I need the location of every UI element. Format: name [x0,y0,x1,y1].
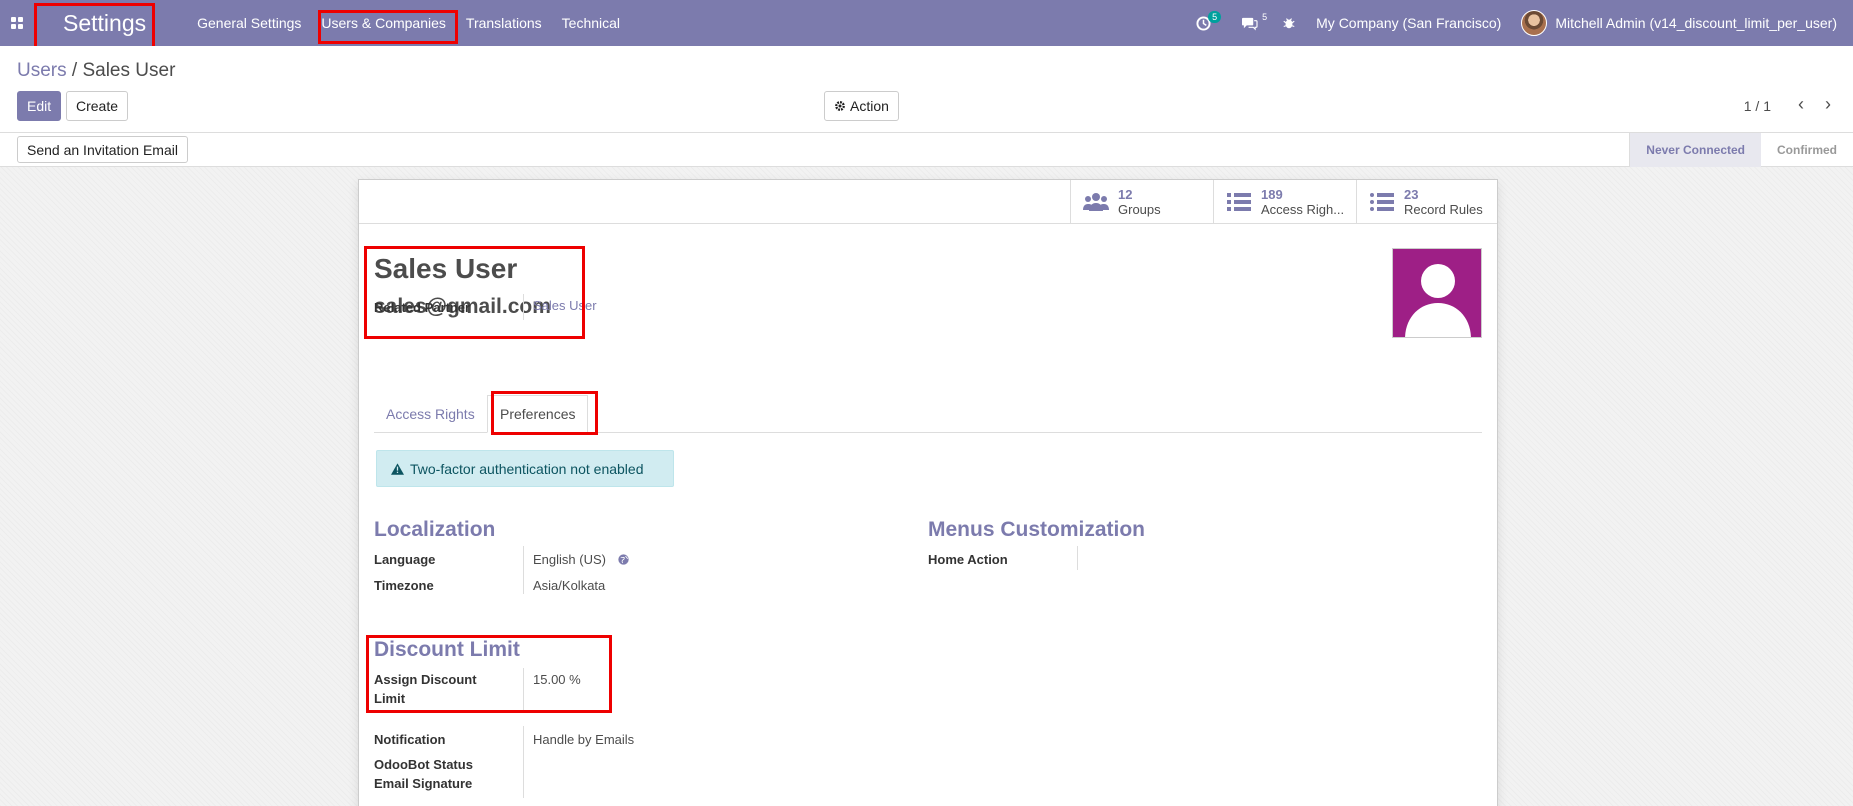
related-partner-link[interactable]: Sales User [533,298,597,313]
activity-badge: 5 [1208,11,1222,23]
list-icon [1370,193,1394,211]
top-navbar: Settings General Settings Users & Compan… [0,0,1853,46]
action-button[interactable]: Action [824,91,899,121]
form-sheet: 12 Groups 189 Access Righ... 23 Record R… [358,179,1498,806]
related-partner-label: Related Partner [374,300,471,315]
notebook-tabs: Access Rights Preferences [374,395,1482,433]
menu-users-companies[interactable]: Users & Companies [311,0,456,46]
send-invitation-button[interactable]: Send an Invitation Email [17,136,188,163]
menu-translations[interactable]: Translations [456,0,552,46]
action-label: Action [850,98,889,114]
email-signature-label: Email Signature [374,776,473,791]
field-divider [523,294,524,320]
status-bar: Send an Invitation Email Never Connected… [0,133,1853,167]
access-rights-stat-button[interactable]: 189 Access Righ... [1213,180,1356,224]
status-never-connected: Never Connected [1629,133,1761,167]
tab-access-rights[interactable]: Access Rights [374,395,487,433]
apps-menu-icon[interactable] [0,0,34,46]
status-confirmed: Confirmed [1777,143,1837,157]
list-icon [1227,193,1251,211]
home-action-label: Home Action [928,552,1008,567]
timezone-label: Timezone [374,578,434,593]
record-title[interactable]: Sales User [374,253,517,285]
breadcrumb-separator: / [71,60,78,81]
field-divider [523,726,524,798]
groups-label: Groups [1118,201,1161,217]
record-rules-stat-button[interactable]: 23 Record Rules [1356,180,1499,224]
notification-value[interactable]: Handle by Emails [533,732,634,747]
language-text: English (US) [533,552,606,567]
tab-preferences[interactable]: Preferences [487,395,589,433]
users-icon [1083,193,1109,211]
notification-label: Notification [374,732,446,747]
breadcrumb-current: Sales User [82,60,176,81]
assign-discount-label-line2: Limit [374,691,406,706]
app-brand[interactable]: Settings [49,0,160,46]
field-divider [523,546,524,594]
gear-icon [835,101,845,111]
pager-previous-icon[interactable]: ‹ [1798,94,1804,115]
status-steps: Never Connected Confirmed [1629,133,1853,167]
debug-button[interactable] [1272,0,1306,46]
localization-title: Localization [374,518,496,541]
user-avatar [1521,10,1548,36]
user-menu[interactable]: Mitchell Admin (v14_discount_limit_per_u… [1511,0,1853,46]
user-silhouette-icon [1405,264,1471,337]
smart-button-box: 12 Groups 189 Access Righ... 23 Record R… [359,180,1497,224]
warning-icon [391,462,404,475]
assign-discount-label: Assign Discount Limit [374,670,477,708]
two-factor-alert: Two-factor authentication not enabled [376,450,674,487]
two-factor-alert-text: Two-factor authentication not enabled [410,460,644,477]
language-value[interactable]: English (US) [533,552,629,567]
menus-customization-title: Menus Customization [928,518,1146,541]
menu-technical[interactable]: Technical [552,0,630,46]
pager-next-icon[interactable]: › [1825,94,1831,115]
company-switcher[interactable]: My Company (San Francisco) [1306,0,1511,46]
groups-count: 12 [1118,186,1133,202]
edit-button[interactable]: Edit [17,91,62,121]
field-divider [1077,546,1078,570]
record-rules-label: Record Rules [1404,201,1483,217]
assign-discount-value[interactable]: 15.00 % [533,672,581,687]
comments-icon [1242,17,1258,30]
menu-general-settings[interactable]: General Settings [187,0,311,46]
control-panel: Users / Sales User Edit Create Action 1 … [0,46,1853,133]
breadcrumb: Users / Sales User [17,60,175,82]
discount-limit-title: Discount Limit [374,638,520,661]
message-badge: 5 [1262,12,1268,22]
pager-value[interactable]: 1 / 1 [1744,98,1771,114]
activity-button[interactable]: 5 [1186,0,1222,46]
timezone-value[interactable]: Asia/Kolkata [533,578,605,593]
user-photo[interactable] [1392,248,1482,338]
access-rights-count: 189 [1261,186,1283,202]
home-action-value[interactable] [1087,552,1287,568]
language-label: Language [374,552,436,567]
messaging-button[interactable]: 5 [1231,0,1268,46]
assign-discount-label-line1: Assign Discount [374,672,477,687]
bug-icon [1283,18,1295,29]
create-button[interactable]: Create [66,91,129,121]
groups-stat-button[interactable]: 12 Groups [1070,180,1213,224]
globe-icon[interactable] [617,554,629,565]
odoobot-status-label: OdooBot Status [374,757,473,772]
access-rights-label: Access Righ... [1261,201,1345,217]
record-rules-count: 23 [1404,186,1419,202]
user-name: Mitchell Admin (v14_discount_limit_per_u… [1555,15,1837,31]
field-divider [523,668,524,710]
breadcrumb-users[interactable]: Users [17,60,67,81]
